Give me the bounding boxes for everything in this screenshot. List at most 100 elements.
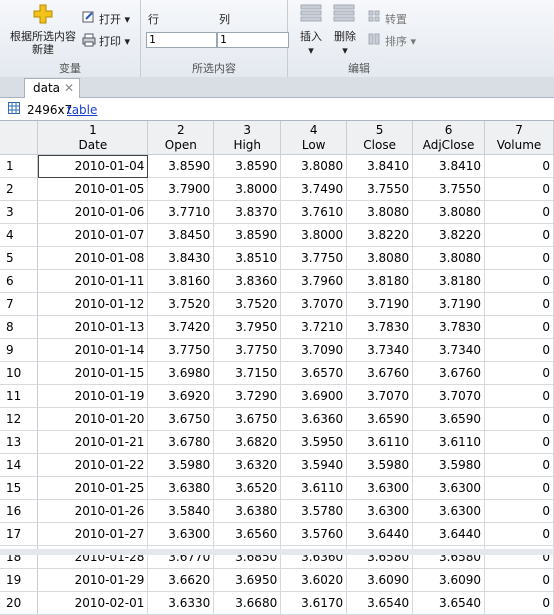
table-cell[interactable]: 2010-01-21 [37,430,149,454]
table-cell[interactable]: 3.8160 [147,269,215,293]
column-header[interactable]: 2 Open [147,121,215,155]
table-cell[interactable]: 0 [484,269,554,293]
table-cell[interactable]: 0 [484,476,554,500]
table-cell[interactable]: 3.6540 [346,591,414,615]
row-header[interactable]: 10 [0,361,39,385]
table-cell[interactable]: 3.6380 [147,476,215,500]
table-cell[interactable]: 3.8220 [346,223,414,247]
close-icon[interactable]: ✕ [64,81,74,95]
row-header[interactable]: 16 [0,499,39,523]
row-header[interactable]: 7 [0,292,39,316]
table-cell[interactable]: 3.7190 [412,292,486,316]
table-cell[interactable]: 3.7420 [147,315,215,339]
table-cell[interactable]: 3.8220 [412,223,486,247]
table-cell[interactable]: 2010-01-19 [37,384,149,408]
table-cell[interactable]: 3.6300 [412,476,486,500]
tab-data[interactable]: data ✕ [24,78,80,98]
table-cell[interactable]: 0 [484,453,554,477]
table-cell[interactable]: 3.6090 [346,568,414,592]
table-cell[interactable]: 0 [484,315,554,339]
delete-button[interactable]: 删除 ▾ [334,30,356,58]
table-cell[interactable]: 3.6920 [147,384,215,408]
table-cell[interactable]: 3.8360 [213,269,282,293]
table-cell[interactable]: 2010-01-14 [37,338,149,362]
table-cell[interactable]: 0 [484,154,554,178]
table-cell[interactable]: 3.6750 [213,407,282,431]
table-cell[interactable]: 3.5760 [280,522,348,546]
row-header[interactable]: 2 [0,177,39,201]
table-cell[interactable]: 3.8080 [346,200,414,224]
table-cell[interactable]: 3.8080 [412,200,486,224]
table-cell[interactable]: 3.5950 [280,430,348,454]
table-cell[interactable]: 3.8410 [346,154,414,178]
table-cell[interactable]: 3.6820 [213,430,282,454]
row-header[interactable]: 9 [0,338,39,362]
table-cell[interactable]: 3.7750 [147,338,215,362]
table-cell[interactable]: 2010-01-13 [37,315,149,339]
row-header[interactable]: 15 [0,476,39,500]
table-cell[interactable]: 3.8450 [147,223,215,247]
table-cell[interactable]: 2010-01-25 [37,476,149,500]
table-cell[interactable]: 3.7830 [346,315,414,339]
table-cell[interactable]: 0 [484,177,554,201]
table-cell[interactable]: 0 [484,246,554,270]
table-cell[interactable]: 2010-01-06 [37,200,149,224]
column-header[interactable]: 6 AdjClose [412,121,486,155]
table-cell[interactable]: 0 [484,430,554,454]
table-cell[interactable]: 2010-01-07 [37,223,149,247]
table-cell[interactable]: 2010-01-29 [37,568,149,592]
table-cell[interactable]: 3.6020 [280,568,348,592]
table-cell[interactable]: 2010-01-08 [37,246,149,270]
table-cell[interactable]: 0 [484,591,554,615]
table-cell[interactable]: 2010-01-11 [37,269,149,293]
table-cell[interactable]: 2010-01-15 [37,361,149,385]
table-cell[interactable]: 2010-01-12 [37,292,149,316]
table-cell[interactable]: 3.6590 [346,407,414,431]
table-cell[interactable]: 3.7090 [280,338,348,362]
column-header[interactable]: 7 Volume [484,121,554,155]
table-cell[interactable]: 2010-01-04 [37,154,149,178]
table-cell[interactable]: 3.8000 [213,177,282,201]
row-header[interactable]: 19 [0,568,39,592]
table-cell[interactable]: 3.7290 [213,384,282,408]
table-cell[interactable]: 3.8430 [147,246,215,270]
table-cell[interactable]: 3.8510 [213,246,282,270]
table-cell[interactable]: 0 [484,223,554,247]
table-cell[interactable]: 3.7550 [412,177,486,201]
row-header[interactable]: 11 [0,384,39,408]
table-cell[interactable]: 3.6110 [412,430,486,454]
table-cell[interactable]: 3.8080 [280,154,348,178]
table-cell[interactable]: 2010-01-27 [37,522,149,546]
column-header[interactable]: 1 Date [37,121,149,155]
table-cell[interactable]: 3.7950 [213,315,282,339]
table-cell[interactable]: 2010-01-26 [37,499,149,523]
table-cell[interactable]: 3.7490 [280,177,348,201]
table-cell[interactable]: 3.6440 [346,522,414,546]
table-cell[interactable]: 3.6780 [147,430,215,454]
table-cell[interactable]: 3.6560 [213,522,282,546]
table-cell[interactable]: 3.7960 [280,269,348,293]
table-cell[interactable]: 3.6590 [412,407,486,431]
table-cell[interactable]: 3.6980 [147,361,215,385]
new-from-selection-button[interactable]: 根据所选内容 新建 [10,30,76,56]
table-cell[interactable]: 3.6360 [280,407,348,431]
table-cell[interactable]: 3.6760 [412,361,486,385]
row-header[interactable]: 8 [0,315,39,339]
table-cell[interactable]: 3.6750 [147,407,215,431]
table-cell[interactable]: 3.6110 [346,430,414,454]
table-cell[interactable]: 3.6570 [280,361,348,385]
row-header[interactable]: 5 [0,246,39,270]
table-cell[interactable]: 2010-01-20 [37,407,149,431]
table-cell[interactable]: 3.7830 [412,315,486,339]
column-header[interactable]: 3 High [213,121,282,155]
table-cell[interactable]: 3.7210 [280,315,348,339]
table-cell[interactable]: 0 [484,338,554,362]
table-cell[interactable]: 3.5840 [147,499,215,523]
row-header[interactable]: 3 [0,200,39,224]
table-cell[interactable]: 3.8180 [346,269,414,293]
corner-cell[interactable] [0,121,39,155]
table-cell[interactable]: 2010-01-22 [37,453,149,477]
table-cell[interactable]: 3.7070 [412,384,486,408]
row-header[interactable]: 14 [0,453,39,477]
row-header[interactable]: 20 [0,591,39,615]
